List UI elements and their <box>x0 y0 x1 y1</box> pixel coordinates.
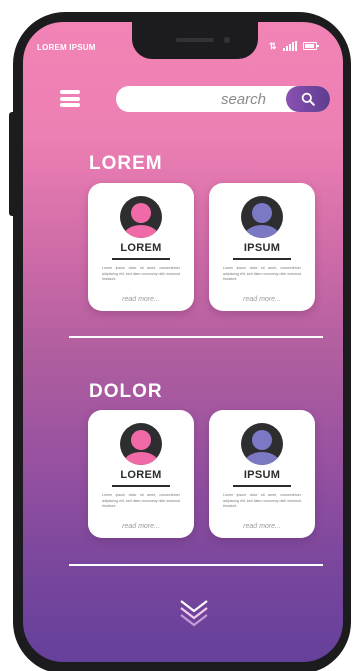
profile-card-ipsum[interactable]: IPSUM Lorem ipsum dolor sit amet, consec… <box>209 183 315 311</box>
phone-notch <box>132 22 258 59</box>
read-more-link[interactable]: read more... <box>88 296 194 303</box>
signal-icon <box>282 41 297 51</box>
data-arrows-icon: ⇅ <box>269 41 277 51</box>
card-name: IPSUM <box>243 469 281 481</box>
read-more-link[interactable]: read more... <box>88 523 194 530</box>
section-title-dolor: DOLOR <box>89 381 163 402</box>
hamburger-menu-icon[interactable] <box>60 90 80 107</box>
card-underline <box>112 485 170 487</box>
card-name: LOREM <box>120 469 162 481</box>
read-more-link[interactable]: read more... <box>209 523 315 530</box>
speaker-grille <box>176 38 214 42</box>
card-description: Lorem ipsum dolor sit amet, consectetuer… <box>223 266 301 281</box>
card-name: LOREM <box>120 242 162 254</box>
section-title-lorem: LOREM <box>89 153 163 174</box>
search-input[interactable] <box>116 86 266 112</box>
card-underline <box>112 258 170 260</box>
battery-icon <box>302 42 319 50</box>
profile-card-ipsum[interactable]: IPSUM Lorem ipsum dolor sit amet, consec… <box>209 410 315 538</box>
avatar-icon <box>120 423 162 465</box>
card-underline <box>233 258 291 260</box>
magnifier-icon <box>301 92 315 106</box>
avatar-icon <box>241 196 283 238</box>
front-camera <box>224 37 230 43</box>
profile-card-lorem[interactable]: LOREM Lorem ipsum dolor sit amet, consec… <box>88 183 194 311</box>
search-button[interactable] <box>286 86 330 112</box>
section-divider <box>69 336 323 338</box>
profile-card-lorem[interactable]: LOREM Lorem ipsum dolor sit amet, consec… <box>88 410 194 538</box>
avatar-icon <box>241 423 283 465</box>
status-icons: ⇅ <box>269 41 319 51</box>
card-description: Lorem ipsum dolor sit amet, consectetuer… <box>102 493 180 508</box>
avatar-icon <box>120 196 162 238</box>
search-bar <box>116 86 330 112</box>
phone-screen: LOREM IPSUM ⇅ LOREM LOREM Lorem ipsum do… <box>23 22 343 662</box>
status-app-label: LOREM IPSUM <box>37 43 96 52</box>
chevron-double-down-icon[interactable] <box>178 597 210 629</box>
read-more-link[interactable]: read more... <box>209 296 315 303</box>
card-description: Lorem ipsum dolor sit amet, consectetuer… <box>223 493 301 508</box>
card-underline <box>233 485 291 487</box>
card-description: Lorem ipsum dolor sit amet, consectetuer… <box>102 266 180 281</box>
section-divider <box>69 564 323 566</box>
card-name: IPSUM <box>243 242 281 254</box>
